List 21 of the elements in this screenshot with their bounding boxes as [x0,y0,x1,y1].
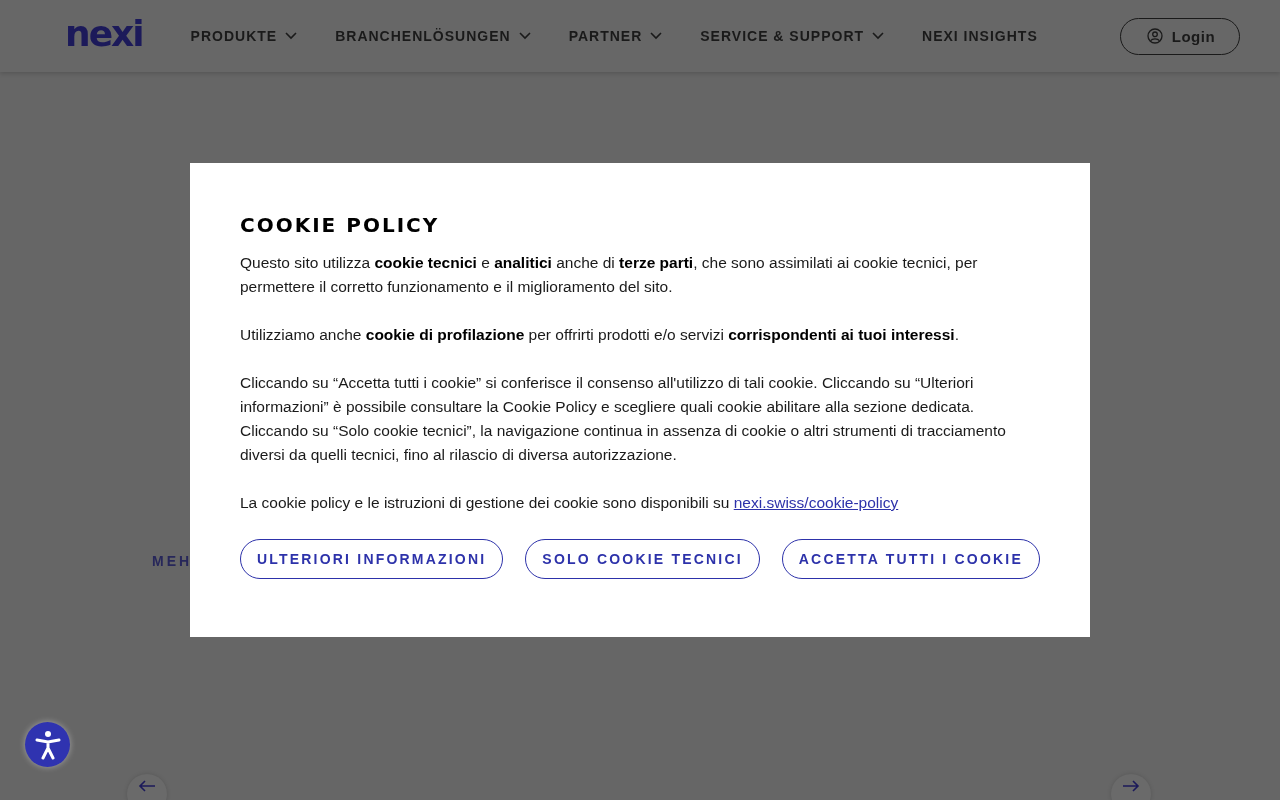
policy-note: La cookie policy e le istruzioni di gestione dei cookie sono disponibili su nexi.swiss/cookie-policy [240,493,900,513]
nav-link[interactable]: NEXI INSIGHTS [922,28,1038,44]
policy-link[interactable]: nexi.swiss/cookie-policy [733,494,899,511]
cookie-button[interactable]: SOLO COOKIE TECNICI [525,539,760,579]
more-link[interactable]: MEH [152,553,193,569]
accessibility-icon [34,729,61,760]
dialog-title: COOKIE POLICY [240,213,441,237]
cookie-button[interactable]: ULTERIORI INFORMAZIONI [240,539,504,579]
nav-link[interactable]: PARTNER [568,28,663,44]
cookie-button[interactable]: ACCETTA TUTTI I COOKIE [781,539,1040,579]
nexi-logo[interactable]: nexi [65,16,143,52]
dialog-paragraph: Utilizziamo anche cookie di profilazione per offrirti prodotti e/o servizi corrispondenti ai tuoi interessi. [240,325,960,345]
dialog-paragraph: Cliccando su “Accetta tutti i cookie” si conferisce il consenso all'utilizzo di tali cookie. Cliccando su “Ulteriori informazioni” è possibile consultare la Cookie Policy e scegliere quali cookie abilitare alla sezione dedicata. Cliccando su “Solo cookie tecnici”, la navigazione continua in assenza di cookie o altri strumenti di tracciamento diversi da quelli tecnici, fino al rilascio di diversa autorizzazione. [240,373,1007,465]
arrow-right-icon [1122,780,1140,792]
nav-link[interactable]: BRANCHENLÖSUNGEN [335,28,531,44]
arrow-left-icon [138,780,156,792]
nav-link[interactable]: SERVICE & SUPPORT [700,28,885,44]
user-icon [1146,28,1163,44]
dialog-paragraph: Questo sito utilizza cookie tecnici e analitici anche di terze parti, che sono assimilati ai cookie tecnici, per permettere il corretto funzionamento e il miglioramento del sito. [240,253,979,297]
accessibility-button[interactable] [25,722,70,767]
nav-link[interactable]: PRODUKTE [190,28,298,44]
